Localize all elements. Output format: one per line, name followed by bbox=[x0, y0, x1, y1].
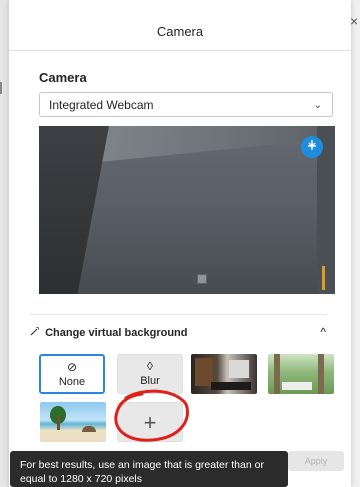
forest-background-image[interactable] bbox=[268, 354, 334, 394]
apply-button[interactable]: Apply bbox=[288, 451, 344, 471]
background-option-none[interactable]: ⊘ None bbox=[39, 354, 105, 394]
background-option-label: Blur bbox=[140, 375, 160, 387]
camera-section-label: Camera bbox=[39, 70, 87, 85]
chevron-up-icon[interactable]: ^ bbox=[320, 325, 326, 339]
add-background-button[interactable]: + bbox=[117, 402, 183, 442]
office-sofa bbox=[211, 382, 251, 390]
section-divider bbox=[30, 314, 326, 315]
beach-palm-trunk bbox=[57, 416, 60, 430]
pin-icon-graphic bbox=[308, 140, 316, 150]
background-option-label: None bbox=[58, 376, 86, 388]
preview-object bbox=[322, 266, 325, 290]
forest-tree bbox=[318, 354, 324, 394]
magic-wand-icon bbox=[30, 326, 42, 339]
office-background-image[interactable] bbox=[191, 354, 257, 394]
preview-pillar bbox=[39, 126, 109, 294]
close-icon[interactable]: × bbox=[350, 14, 358, 28]
chevron-down-icon: ⌄ bbox=[313, 100, 322, 111]
background-window-edge bbox=[0, 0, 9, 487]
blur-icon: ◊ bbox=[147, 359, 153, 373]
virtual-background-header[interactable]: Change virtual background ^ bbox=[30, 325, 326, 340]
preview-outlet bbox=[197, 274, 207, 284]
virtual-background-label: Change virtual background bbox=[45, 327, 188, 339]
tooltip: For best results, use an image that is g… bbox=[10, 451, 288, 487]
plus-icon: + bbox=[143, 410, 157, 435]
title-divider bbox=[9, 50, 351, 51]
magic-wand-icon-graphic bbox=[30, 327, 39, 336]
forest-tree bbox=[274, 354, 280, 394]
dialog-title: Camera bbox=[156, 24, 204, 39]
camera-device-value: Integrated Webcam bbox=[49, 98, 154, 112]
none-icon: ⊘ bbox=[66, 360, 78, 374]
forest-sofa bbox=[282, 382, 312, 390]
beach-umbrella bbox=[82, 426, 96, 432]
pin-icon[interactable] bbox=[301, 136, 323, 158]
camera-device-select[interactable]: Integrated Webcam ⌄ bbox=[39, 92, 333, 117]
background-window-mark bbox=[0, 82, 2, 94]
beach-background-image[interactable] bbox=[40, 402, 106, 442]
office-window bbox=[229, 360, 249, 378]
camera-preview bbox=[39, 126, 335, 294]
background-option-blur[interactable]: ◊ Blur bbox=[117, 354, 183, 394]
